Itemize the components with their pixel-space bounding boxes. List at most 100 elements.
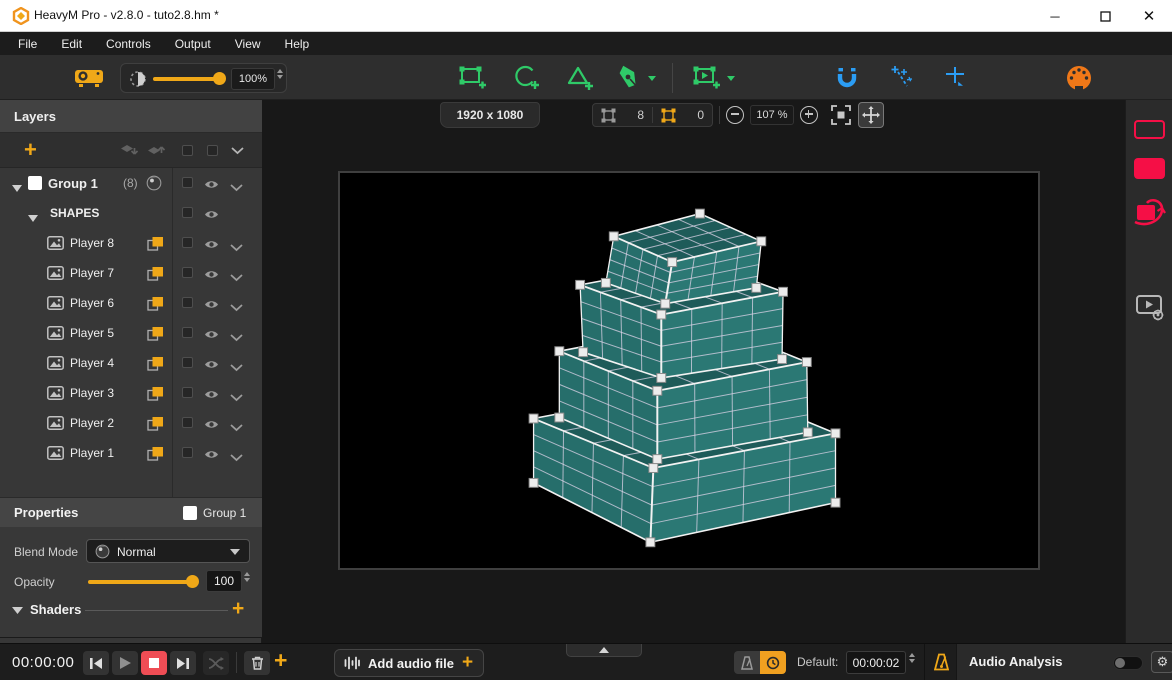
- menu-controls[interactable]: Controls: [96, 34, 161, 54]
- pen-tool-dropdown-caret[interactable]: [648, 76, 656, 81]
- player-row[interactable]: Player 4: [0, 348, 262, 378]
- minimize-button[interactable]: ─: [1032, 0, 1078, 32]
- menu-edit[interactable]: Edit: [51, 34, 92, 54]
- brightness-value-field[interactable]: 100%: [231, 68, 275, 90]
- solo-all-checkbox[interactable]: [182, 145, 193, 156]
- corner-handle[interactable]: [657, 373, 666, 382]
- corner-handle[interactable]: [653, 455, 662, 464]
- fill-on-icon[interactable]: [1134, 158, 1165, 179]
- corner-handle[interactable]: [649, 464, 658, 473]
- animated-outline-icon[interactable]: [1133, 196, 1167, 228]
- row-expand-chevron-icon[interactable]: [230, 364, 243, 372]
- corner-handle[interactable]: [831, 498, 840, 507]
- visibility-eye-icon[interactable]: [204, 299, 219, 310]
- corner-handle[interactable]: [803, 428, 812, 437]
- move-layer-up-icon[interactable]: [147, 143, 165, 158]
- duplicate-player-icon[interactable]: [147, 356, 164, 371]
- row-visibility-toggle[interactable]: [204, 327, 219, 345]
- opacity-slider-track[interactable]: [88, 580, 192, 584]
- move-layer-down-icon[interactable]: [120, 143, 138, 158]
- add-audio-file-button[interactable]: Add audio file +: [334, 649, 484, 677]
- add-quad-tool-icon[interactable]: [458, 65, 486, 91]
- shuffle-button[interactable]: [203, 651, 229, 675]
- row-visibility-toggle[interactable]: [204, 417, 219, 435]
- mapped-shape-cake[interactable]: [340, 173, 1038, 568]
- duplicate-player-icon[interactable]: [147, 236, 164, 251]
- corner-handle[interactable]: [661, 299, 670, 308]
- projector-icon[interactable]: [74, 67, 104, 89]
- row-visibility-toggle[interactable]: [204, 237, 219, 255]
- metronome-mode-button[interactable]: [734, 651, 760, 674]
- brightness-slider-track[interactable]: [153, 77, 219, 81]
- player-row[interactable]: Player 2: [0, 408, 262, 438]
- row-options-chevron[interactable]: [230, 269, 243, 287]
- pan-tool-button[interactable]: [858, 102, 884, 128]
- add-player-tool-icon[interactable]: [692, 65, 722, 91]
- opacity-slider-knob[interactable]: [186, 575, 199, 588]
- corner-handle[interactable]: [576, 280, 585, 289]
- row-solo-checkbox[interactable]: [182, 327, 193, 338]
- player-row[interactable]: Player 1: [0, 438, 262, 468]
- timeline-drawer-handle[interactable]: [566, 644, 642, 657]
- default-duration-field[interactable]: 00:00:02: [846, 651, 906, 674]
- output-settings-icon[interactable]: [1135, 293, 1165, 321]
- expander-triangle-icon[interactable]: [28, 215, 38, 222]
- row-solo-checkbox[interactable]: [182, 267, 193, 278]
- row-options-chevron[interactable]: [230, 329, 243, 347]
- duplicate-player-icon[interactable]: [147, 296, 164, 311]
- crosshair-tool-icon[interactable]: [943, 65, 967, 89]
- skip-start-button[interactable]: [83, 651, 109, 675]
- row-visibility-toggle[interactable]: [204, 297, 219, 315]
- duplicate-player-icon[interactable]: [147, 416, 164, 431]
- menu-file[interactable]: File: [8, 34, 47, 54]
- duplicate-player-icon[interactable]: [147, 446, 164, 461]
- corner-handle[interactable]: [579, 348, 588, 357]
- opacity-stepper[interactable]: [244, 572, 250, 582]
- blend-mode-dropdown[interactable]: Normal: [86, 539, 250, 563]
- pen-tool-icon[interactable]: [617, 65, 641, 91]
- row-solo-checkbox[interactable]: [182, 387, 193, 398]
- row-options-chevron[interactable]: [230, 239, 243, 257]
- visibility-eye-icon[interactable]: [204, 359, 219, 370]
- row-visibility-toggle[interactable]: [204, 267, 219, 285]
- outline-fill-off-icon[interactable]: [1134, 120, 1165, 139]
- fit-to-screen-button[interactable]: [830, 104, 852, 126]
- magnet-snap-icon[interactable]: [836, 66, 858, 88]
- row-options-chevron[interactable]: [230, 419, 243, 437]
- test-pattern-wand-icon[interactable]: [889, 65, 913, 89]
- corner-handle[interactable]: [657, 310, 666, 319]
- corner-handle[interactable]: [757, 237, 766, 246]
- row-expand-chevron-icon[interactable]: [230, 274, 243, 282]
- collapse-all-chevron-icon[interactable]: [231, 147, 244, 155]
- clock-mode-button[interactable]: [760, 651, 786, 674]
- play-button[interactable]: [112, 651, 138, 675]
- close-button[interactable]: ✕: [1126, 0, 1172, 32]
- row-visibility-toggle[interactable]: [204, 207, 219, 225]
- duration-mode-toggle[interactable]: [734, 651, 786, 674]
- row-visibility-toggle[interactable]: [204, 357, 219, 375]
- row-solo-checkbox[interactable]: [182, 177, 193, 188]
- mute-all-checkbox[interactable]: [207, 145, 218, 156]
- corner-handle[interactable]: [831, 429, 840, 438]
- mapping-canvas[interactable]: [338, 171, 1040, 570]
- row-options-chevron[interactable]: [230, 359, 243, 377]
- corner-handle[interactable]: [601, 278, 610, 287]
- shaders-expander-icon[interactable]: [12, 607, 23, 614]
- corner-handle[interactable]: [779, 287, 788, 296]
- visibility-eye-icon[interactable]: [204, 269, 219, 280]
- zoom-in-button[interactable]: [800, 106, 818, 124]
- row-options-chevron[interactable]: [230, 179, 243, 197]
- row-solo-checkbox[interactable]: [182, 297, 193, 308]
- row-expand-chevron-icon[interactable]: [230, 334, 243, 342]
- menu-help[interactable]: Help: [275, 34, 320, 54]
- shapes-expander[interactable]: [28, 209, 38, 227]
- add-sequence-button[interactable]: +: [274, 647, 287, 674]
- player-row[interactable]: Player 6: [0, 288, 262, 318]
- corner-handle[interactable]: [555, 347, 564, 356]
- add-layer-button[interactable]: +: [24, 137, 37, 163]
- row-expand-chevron-icon[interactable]: [230, 244, 243, 252]
- audio-analysis-toggle[interactable]: [1113, 656, 1143, 670]
- add-circle-tool-icon[interactable]: [512, 65, 540, 91]
- row-solo-checkbox[interactable]: [182, 357, 193, 368]
- row-expand-chevron-icon[interactable]: [230, 454, 243, 462]
